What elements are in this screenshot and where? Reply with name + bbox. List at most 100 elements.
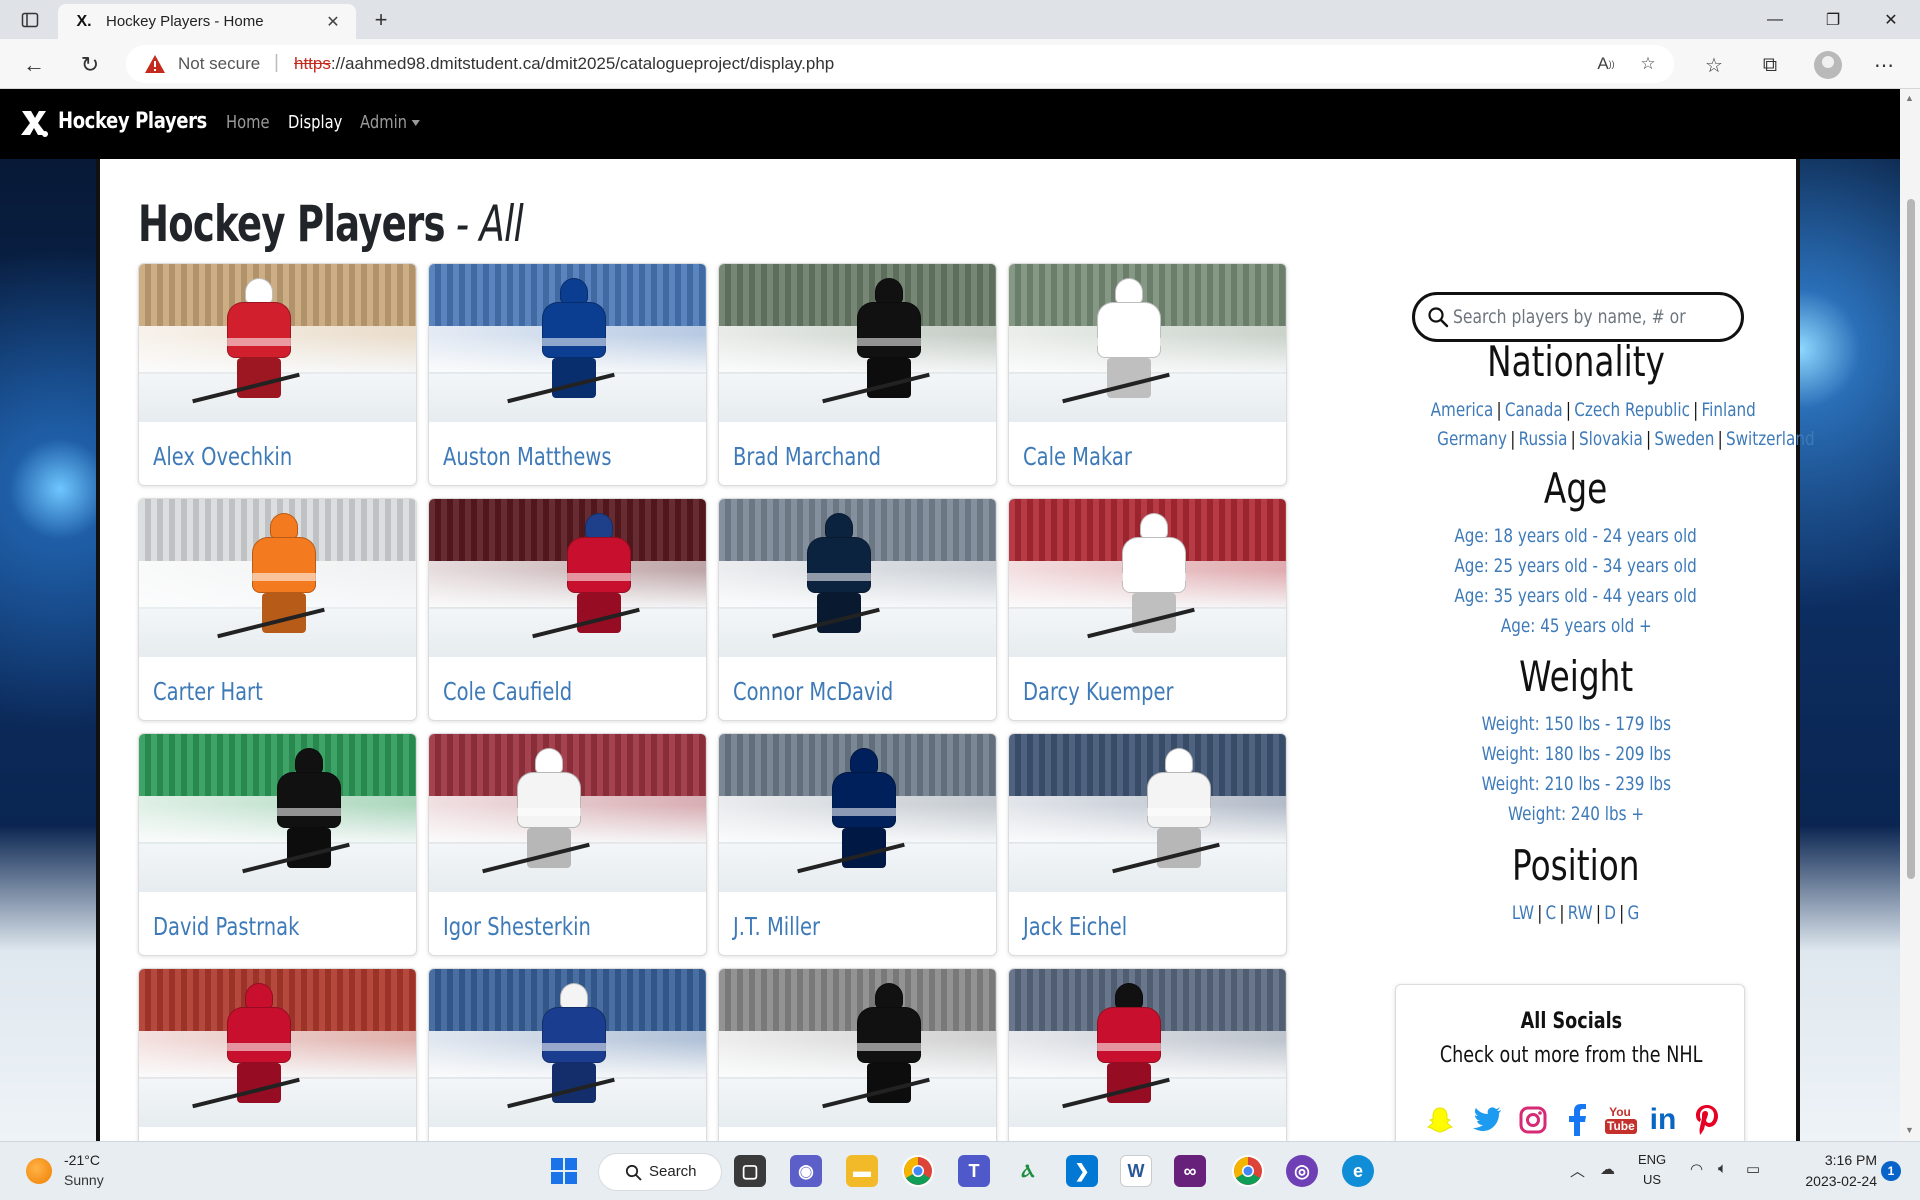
page-scrollbar[interactable]: ▲ ▼	[1900, 89, 1920, 1141]
brand-logo-icon[interactable]	[18, 107, 50, 139]
read-aloud-icon[interactable]: A))	[1594, 52, 1618, 76]
facebook-icon[interactable]	[1560, 1103, 1594, 1137]
snapchat-icon[interactable]	[1423, 1103, 1457, 1137]
player-card[interactable]: Jack Eichel	[1008, 733, 1287, 956]
new-tab-icon[interactable]: +	[368, 7, 394, 33]
nationality-link[interactable]: Finland	[1702, 399, 1756, 421]
podcast-icon[interactable]: ◎	[1286, 1155, 1318, 1187]
player-photo[interactable]	[1009, 264, 1286, 422]
nationality-link[interactable]: Germany	[1437, 428, 1507, 450]
close-window-icon[interactable]: ✕	[1868, 6, 1914, 34]
favorites-icon[interactable]: ☆	[1700, 51, 1728, 79]
weather-temperature[interactable]: -21°C	[64, 1152, 100, 1168]
browser-tab[interactable]: X. Hockey Players - Home ✕	[58, 4, 356, 39]
nationality-link[interactable]: Switzerland	[1726, 428, 1815, 450]
position-link[interactable]: D	[1605, 902, 1617, 924]
word-icon[interactable]: W	[1120, 1155, 1152, 1187]
clock-date[interactable]: 2023-02-24	[1787, 1173, 1877, 1189]
player-photo[interactable]	[429, 969, 706, 1127]
nationality-link[interactable]: Czech Republic	[1574, 399, 1690, 421]
visual-studio-icon[interactable]: ∞	[1174, 1155, 1206, 1187]
nav-home[interactable]: Home	[226, 112, 270, 133]
weather-description[interactable]: Sunny	[64, 1172, 104, 1188]
show-hidden-icons-icon[interactable]: ︿	[1570, 1160, 1585, 1181]
player-photo[interactable]	[139, 264, 416, 422]
weight-filter-link[interactable]: Weight: 180 lbs - 209 lbs	[1481, 743, 1670, 765]
player-card[interactable]: Cole Caufield	[428, 498, 707, 721]
player-photo[interactable]	[719, 969, 996, 1127]
back-icon[interactable]: ←	[20, 51, 48, 79]
weight-filter-link[interactable]: Weight: 240 lbs +	[1508, 803, 1644, 825]
nationality-link[interactable]: America	[1431, 399, 1494, 421]
brand-name[interactable]: Hockey Players	[58, 109, 207, 134]
player-photo[interactable]	[429, 264, 706, 422]
not-secure-label[interactable]: Not secure	[178, 54, 260, 74]
scrollbar-thumb[interactable]	[1907, 199, 1915, 879]
player-card[interactable]	[718, 968, 997, 1141]
url-text[interactable]: https://aahmed98.dmitstudent.ca/dmit2025…	[294, 54, 834, 74]
player-photo[interactable]	[139, 499, 416, 657]
player-name-link[interactable]: Igor Shesterkin	[443, 912, 591, 941]
age-filter-link[interactable]: Age: 18 years old - 24 years old	[1455, 525, 1698, 547]
task-view-icon[interactable]: ▢	[734, 1155, 766, 1187]
player-photo[interactable]	[1009, 499, 1286, 657]
player-photo[interactable]	[719, 264, 996, 422]
player-card[interactable]	[1008, 968, 1287, 1141]
position-link[interactable]: RW	[1568, 902, 1593, 924]
position-link[interactable]: G	[1628, 902, 1640, 924]
onedrive-icon[interactable]: ☁	[1600, 1160, 1615, 1178]
nationality-link[interactable]: Canada	[1505, 399, 1563, 421]
player-photo[interactable]	[719, 499, 996, 657]
player-card[interactable]: Alex Ovechkin	[138, 263, 417, 486]
linkedin-icon[interactable]: in	[1646, 1103, 1680, 1137]
app-icon[interactable]: Ⲁ	[1012, 1155, 1044, 1187]
volume-icon[interactable]: 🔈︎	[1718, 1160, 1727, 1177]
minimize-icon[interactable]: —	[1752, 6, 1798, 34]
battery-icon[interactable]: ▭	[1746, 1160, 1760, 1178]
teams-chat-icon[interactable]: ◉	[790, 1155, 822, 1187]
collections-icon[interactable]: ⧉	[1756, 51, 1784, 79]
player-photo[interactable]	[719, 734, 996, 892]
vscode-icon[interactable]: ❯	[1066, 1155, 1098, 1187]
player-name-link[interactable]: Brad Marchand	[733, 442, 881, 471]
age-filter-link[interactable]: Age: 35 years old - 44 years old	[1455, 585, 1698, 607]
scroll-down-arrow-icon[interactable]: ▼	[1905, 1125, 1914, 1135]
taskbar-search[interactable]: Search	[598, 1153, 722, 1191]
age-filter-link[interactable]: Age: 45 years old +	[1501, 615, 1652, 637]
youtube-icon[interactable]: You Tube	[1603, 1103, 1637, 1137]
language-indicator[interactable]: ENG	[1638, 1152, 1666, 1167]
add-favorite-icon[interactable]: ☆	[1636, 52, 1660, 76]
search-input[interactable]	[1453, 303, 1687, 331]
nav-admin-dropdown[interactable]: Admin	[360, 112, 421, 133]
player-card[interactable]	[138, 968, 417, 1141]
player-photo[interactable]	[139, 969, 416, 1127]
chrome-profile-icon[interactable]	[1232, 1155, 1264, 1187]
wifi-icon[interactable]: ◠	[1690, 1160, 1703, 1178]
player-card[interactable]: Darcy Kuemper	[1008, 498, 1287, 721]
notification-badge[interactable]: 1	[1881, 1161, 1901, 1181]
player-card[interactable]	[428, 968, 707, 1141]
profile-avatar[interactable]	[1814, 51, 1842, 79]
player-name-link[interactable]: Auston Matthews	[443, 442, 612, 471]
player-photo[interactable]	[1009, 969, 1286, 1127]
player-name-link[interactable]: Carter Hart	[153, 677, 263, 706]
restore-icon[interactable]: ❐	[1810, 6, 1856, 34]
nav-display[interactable]: Display	[288, 112, 342, 133]
player-name-link[interactable]: Connor McDavid	[733, 677, 893, 706]
instagram-icon[interactable]	[1516, 1103, 1550, 1137]
keyboard-layout-indicator[interactable]: US	[1643, 1172, 1661, 1187]
player-name-link[interactable]: Jack Eichel	[1023, 912, 1127, 941]
player-name-link[interactable]: David Pastrnak	[153, 912, 299, 941]
player-card[interactable]: Auston Matthews	[428, 263, 707, 486]
player-card[interactable]: David Pastrnak	[138, 733, 417, 956]
position-link[interactable]: C	[1546, 902, 1557, 924]
player-card[interactable]: Igor Shesterkin	[428, 733, 707, 956]
nationality-link[interactable]: Sweden	[1654, 428, 1714, 450]
clock-time[interactable]: 3:16 PM	[1797, 1152, 1877, 1168]
weather-sun-icon[interactable]	[26, 1158, 52, 1184]
tab-actions-icon[interactable]	[18, 8, 42, 32]
edge-icon[interactable]: e	[1342, 1155, 1374, 1187]
player-photo[interactable]	[429, 734, 706, 892]
search-bar[interactable]	[1412, 292, 1744, 342]
nationality-link[interactable]: Russia	[1519, 428, 1568, 450]
